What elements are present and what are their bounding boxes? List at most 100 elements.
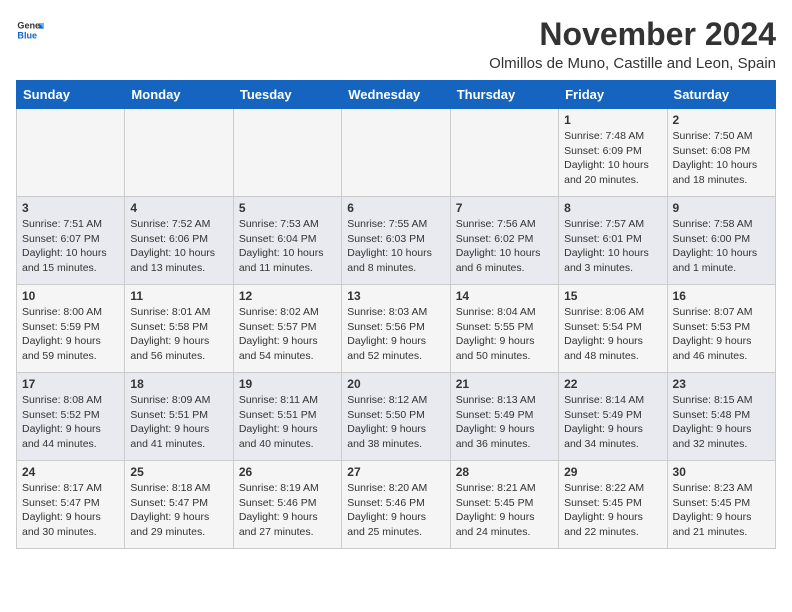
- day-of-week-header: Monday: [125, 81, 233, 109]
- day-number: 27: [347, 465, 444, 479]
- cell-info: Sunrise: 8:23 AM Sunset: 5:45 PM Dayligh…: [673, 481, 770, 540]
- cell-info: Sunrise: 8:12 AM Sunset: 5:50 PM Dayligh…: [347, 393, 444, 452]
- cell-info: Sunrise: 7:53 AM Sunset: 6:04 PM Dayligh…: [239, 217, 336, 276]
- month-year-title: November 2024: [489, 16, 776, 53]
- calendar-cell: 20 Sunrise: 8:12 AM Sunset: 5:50 PM Dayli…: [342, 373, 450, 461]
- cell-info: Sunrise: 8:22 AM Sunset: 5:45 PM Dayligh…: [564, 481, 661, 540]
- calendar-week-row: 1 Sunrise: 7:48 AM Sunset: 6:09 PM Daylig…: [17, 109, 776, 197]
- day-number: 20: [347, 377, 444, 391]
- cell-info: Sunrise: 7:52 AM Sunset: 6:06 PM Dayligh…: [130, 217, 227, 276]
- day-number: 15: [564, 289, 661, 303]
- day-number: 11: [130, 289, 227, 303]
- logo: General Blue: [16, 16, 44, 44]
- calendar-cell: 26 Sunrise: 8:19 AM Sunset: 5:46 PM Dayli…: [233, 461, 341, 549]
- calendar-cell: 8 Sunrise: 7:57 AM Sunset: 6:01 PM Daylig…: [559, 197, 667, 285]
- cell-info: Sunrise: 8:11 AM Sunset: 5:51 PM Dayligh…: [239, 393, 336, 452]
- calendar-cell: 1 Sunrise: 7:48 AM Sunset: 6:09 PM Daylig…: [559, 109, 667, 197]
- day-number: 25: [130, 465, 227, 479]
- calendar-cell: 4 Sunrise: 7:52 AM Sunset: 6:06 PM Daylig…: [125, 197, 233, 285]
- cell-info: Sunrise: 8:18 AM Sunset: 5:47 PM Dayligh…: [130, 481, 227, 540]
- calendar-cell: 13 Sunrise: 8:03 AM Sunset: 5:56 PM Dayli…: [342, 285, 450, 373]
- cell-info: Sunrise: 8:03 AM Sunset: 5:56 PM Dayligh…: [347, 305, 444, 364]
- cell-info: Sunrise: 8:09 AM Sunset: 5:51 PM Dayligh…: [130, 393, 227, 452]
- calendar-cell: 11 Sunrise: 8:01 AM Sunset: 5:58 PM Dayli…: [125, 285, 233, 373]
- location-subtitle: Olmillos de Muno, Castille and Leon, Spa…: [489, 55, 776, 72]
- day-number: 9: [673, 201, 770, 215]
- cell-info: Sunrise: 8:21 AM Sunset: 5:45 PM Dayligh…: [456, 481, 553, 540]
- day-of-week-header: Sunday: [17, 81, 125, 109]
- cell-info: Sunrise: 7:50 AM Sunset: 6:08 PM Dayligh…: [673, 129, 770, 188]
- day-number: 28: [456, 465, 553, 479]
- calendar-cell: [233, 109, 341, 197]
- day-number: 29: [564, 465, 661, 479]
- calendar-cell: [342, 109, 450, 197]
- calendar-cell: 9 Sunrise: 7:58 AM Sunset: 6:00 PM Daylig…: [667, 197, 775, 285]
- cell-info: Sunrise: 7:56 AM Sunset: 6:02 PM Dayligh…: [456, 217, 553, 276]
- day-number: 1: [564, 113, 661, 127]
- calendar-week-row: 24Sunrise: 8:17 AM Sunset: 5:47 PM Dayli…: [17, 461, 776, 549]
- cell-info: Sunrise: 7:58 AM Sunset: 6:00 PM Dayligh…: [673, 217, 770, 276]
- calendar-cell: 30 Sunrise: 8:23 AM Sunset: 5:45 PM Dayli…: [667, 461, 775, 549]
- day-number: 19: [239, 377, 336, 391]
- calendar-week-row: 10 Sunrise: 8:00 AM Sunset: 5:59 PM Dayli…: [17, 285, 776, 373]
- calendar-cell: 24Sunrise: 8:17 AM Sunset: 5:47 PM Dayli…: [17, 461, 125, 549]
- day-number: 14: [456, 289, 553, 303]
- day-number: 6: [347, 201, 444, 215]
- day-number: 8: [564, 201, 661, 215]
- cell-info: Sunrise: 8:02 AM Sunset: 5:57 PM Dayligh…: [239, 305, 336, 364]
- day-number: 17: [22, 377, 119, 391]
- day-number: 26: [239, 465, 336, 479]
- cell-info: Sunrise: 8:17 AM Sunset: 5:47 PM Dayligh…: [22, 481, 119, 540]
- calendar-cell: 14 Sunrise: 8:04 AM Sunset: 5:55 PM Dayli…: [450, 285, 558, 373]
- cell-info: Sunrise: 8:08 AM Sunset: 5:52 PM Dayligh…: [22, 393, 119, 452]
- calendar-cell: 12 Sunrise: 8:02 AM Sunset: 5:57 PM Dayli…: [233, 285, 341, 373]
- cell-info: Sunrise: 8:01 AM Sunset: 5:58 PM Dayligh…: [130, 305, 227, 364]
- day-number: 22: [564, 377, 661, 391]
- calendar-cell: 27 Sunrise: 8:20 AM Sunset: 5:46 PM Dayli…: [342, 461, 450, 549]
- day-of-week-header: Thursday: [450, 81, 558, 109]
- calendar-cell: 3Sunrise: 7:51 AM Sunset: 6:07 PM Daylig…: [17, 197, 125, 285]
- day-number: 7: [456, 201, 553, 215]
- day-number: 30: [673, 465, 770, 479]
- day-number: 12: [239, 289, 336, 303]
- logo-icon: General Blue: [16, 16, 44, 44]
- calendar-cell: 16Sunrise: 8:07 AM Sunset: 5:53 PM Dayli…: [667, 285, 775, 373]
- calendar-cell: 22 Sunrise: 8:14 AM Sunset: 5:49 PM Dayli…: [559, 373, 667, 461]
- day-number: 4: [130, 201, 227, 215]
- calendar-cell: 23Sunrise: 8:15 AM Sunset: 5:48 PM Dayli…: [667, 373, 775, 461]
- calendar-header-row: SundayMondayTuesdayWednesdayThursdayFrid…: [17, 81, 776, 109]
- day-number: 18: [130, 377, 227, 391]
- calendar-cell: 29 Sunrise: 8:22 AM Sunset: 5:45 PM Dayli…: [559, 461, 667, 549]
- cell-info: Sunrise: 8:14 AM Sunset: 5:49 PM Dayligh…: [564, 393, 661, 452]
- day-of-week-header: Friday: [559, 81, 667, 109]
- calendar-week-row: 3Sunrise: 7:51 AM Sunset: 6:07 PM Daylig…: [17, 197, 776, 285]
- cell-info: Sunrise: 8:19 AM Sunset: 5:46 PM Dayligh…: [239, 481, 336, 540]
- calendar-cell: 18 Sunrise: 8:09 AM Sunset: 5:51 PM Dayli…: [125, 373, 233, 461]
- calendar-cell: 6 Sunrise: 7:55 AM Sunset: 6:03 PM Daylig…: [342, 197, 450, 285]
- cell-info: Sunrise: 7:55 AM Sunset: 6:03 PM Dayligh…: [347, 217, 444, 276]
- cell-info: Sunrise: 7:48 AM Sunset: 6:09 PM Dayligh…: [564, 129, 661, 188]
- cell-info: Sunrise: 8:04 AM Sunset: 5:55 PM Dayligh…: [456, 305, 553, 364]
- calendar-cell: 7 Sunrise: 7:56 AM Sunset: 6:02 PM Daylig…: [450, 197, 558, 285]
- day-of-week-header: Wednesday: [342, 81, 450, 109]
- cell-info: Sunrise: 8:15 AM Sunset: 5:48 PM Dayligh…: [673, 393, 770, 452]
- day-number: 10: [22, 289, 119, 303]
- day-number: 5: [239, 201, 336, 215]
- calendar-cell: 25 Sunrise: 8:18 AM Sunset: 5:47 PM Dayli…: [125, 461, 233, 549]
- calendar-cell: 5 Sunrise: 7:53 AM Sunset: 6:04 PM Daylig…: [233, 197, 341, 285]
- cell-info: Sunrise: 8:20 AM Sunset: 5:46 PM Dayligh…: [347, 481, 444, 540]
- cell-info: Sunrise: 7:57 AM Sunset: 6:01 PM Dayligh…: [564, 217, 661, 276]
- cell-info: Sunrise: 8:00 AM Sunset: 5:59 PM Dayligh…: [22, 305, 119, 364]
- calendar-cell: 19 Sunrise: 8:11 AM Sunset: 5:51 PM Dayli…: [233, 373, 341, 461]
- calendar-table: SundayMondayTuesdayWednesdayThursdayFrid…: [16, 80, 776, 549]
- calendar-week-row: 17 Sunrise: 8:08 AM Sunset: 5:52 PM Dayli…: [17, 373, 776, 461]
- day-number: 21: [456, 377, 553, 391]
- calendar-cell: [17, 109, 125, 197]
- day-number: 16: [673, 289, 770, 303]
- calendar-cell: 21Sunrise: 8:13 AM Sunset: 5:49 PM Dayli…: [450, 373, 558, 461]
- cell-info: Sunrise: 7:51 AM Sunset: 6:07 PM Dayligh…: [22, 217, 119, 276]
- calendar-cell: 17 Sunrise: 8:08 AM Sunset: 5:52 PM Dayli…: [17, 373, 125, 461]
- calendar-cell: 10 Sunrise: 8:00 AM Sunset: 5:59 PM Dayli…: [17, 285, 125, 373]
- day-number: 13: [347, 289, 444, 303]
- calendar-cell: [450, 109, 558, 197]
